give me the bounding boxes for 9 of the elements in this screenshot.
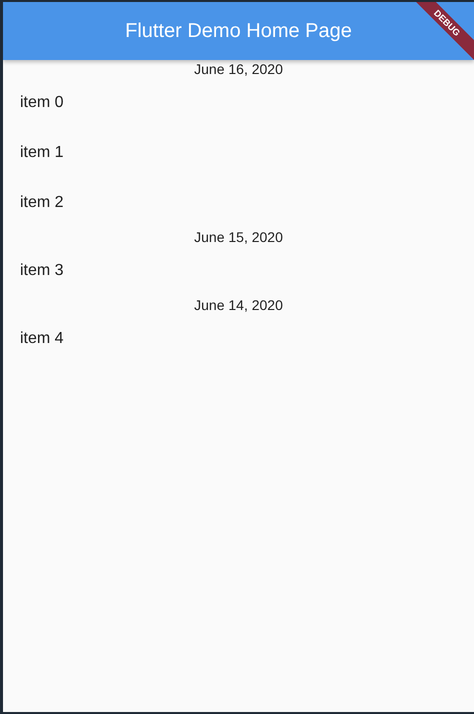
list-item-text: item 0 [20, 93, 64, 113]
list-item-text: item 1 [20, 143, 64, 163]
list-item-text: item 3 [20, 261, 64, 281]
date-header: June 16, 2020 [194, 60, 283, 78]
list-item-text: item 2 [20, 193, 64, 213]
app-title: Flutter Demo Home Page [125, 19, 352, 44]
date-header: June 14, 2020 [194, 296, 283, 314]
date-header: June 15, 2020 [194, 228, 283, 246]
list-item-text: item 4 [20, 329, 64, 349]
